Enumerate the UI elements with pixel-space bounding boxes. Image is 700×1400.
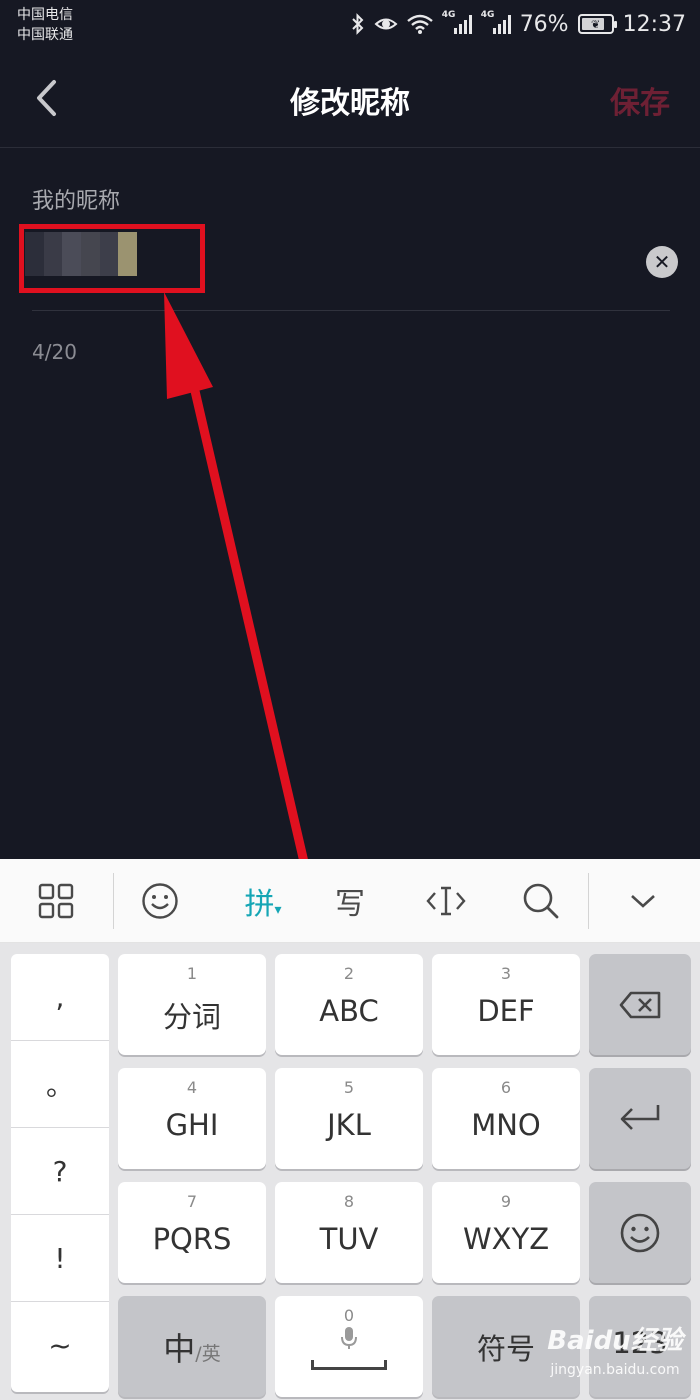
handwriting-mode-button[interactable]: 写 (315, 859, 385, 943)
punctuation-column[interactable]: , 。 ? ! ~ (11, 954, 109, 1392)
key-2[interactable]: 2 ABC (275, 954, 423, 1055)
key-3[interactable]: 3 DEF (432, 954, 580, 1055)
key-number: 4 (186, 1078, 198, 1097)
microphone-icon (341, 1327, 357, 1349)
key-number: 1 (186, 964, 198, 983)
emoji-panel-icon[interactable] (125, 859, 195, 943)
key-number: 0 (343, 1306, 355, 1325)
save-button[interactable]: 保存 (610, 78, 670, 122)
key-label: GHI (165, 1108, 219, 1142)
annotation-highlight-box (19, 224, 205, 293)
bluetooth-icon (351, 13, 364, 35)
eye-comfort-icon (374, 18, 398, 30)
key-label: ABC (319, 994, 379, 1028)
key-number: 7 (186, 1192, 198, 1211)
enter-key[interactable] (589, 1068, 691, 1169)
space-bar-icon (311, 1360, 387, 1370)
wifi-icon (406, 14, 433, 34)
status-bar: 中国电信 中国联通 4G 4G 76% ❦ 12:37 (0, 0, 700, 50)
search-icon[interactable] (506, 859, 576, 943)
key-8[interactable]: 8 TUV (275, 1182, 423, 1283)
network-type-2: 4G (480, 10, 495, 20)
key-number: 6 (500, 1078, 512, 1097)
key-1[interactable]: 1 分词 (118, 954, 266, 1055)
clear-input-icon[interactable]: ✕ (646, 246, 678, 278)
status-icons: 4G 4G 76% ❦ 12:37 (351, 10, 686, 38)
handwriting-label: 写 (335, 887, 365, 922)
baidu-jingyan-watermark: Baidu经验 jingyan.baidu.com (530, 1322, 700, 1392)
carrier-info: 中国电信 中国联通 (17, 5, 73, 45)
chevron-down-icon: ▾ (274, 902, 282, 918)
key-number: 8 (343, 1192, 355, 1211)
backspace-key[interactable] (589, 954, 691, 1055)
key-number: 9 (500, 1192, 512, 1211)
watermark-logo: Baidu经验 (547, 1326, 683, 1356)
status-time: 12:37 (622, 11, 686, 37)
key-label: JKL (327, 1108, 371, 1142)
punct-key[interactable]: ! (11, 1215, 109, 1302)
punct-key[interactable]: ~ (11, 1302, 109, 1389)
key-label: TUV (319, 1222, 379, 1256)
punct-key[interactable]: 。 (11, 1041, 109, 1128)
emoji-key[interactable] (589, 1182, 691, 1283)
key-label: PQRS (152, 1222, 232, 1256)
key-5[interactable]: 5 JKL (275, 1068, 423, 1169)
key-label: DEF (477, 994, 535, 1028)
punct-key[interactable]: ? (11, 1128, 109, 1215)
signal-icon-2: 4G (481, 10, 511, 34)
input-underline (32, 310, 670, 311)
backspace-icon (619, 991, 661, 1018)
enter-icon (620, 1104, 660, 1130)
carrier-2: 中国联通 (17, 27, 73, 43)
language-switch-key[interactable]: 中/英 (118, 1296, 266, 1397)
keyboard-toolbar: 拼▾ 写 (0, 859, 700, 943)
key-label: MNO (471, 1108, 541, 1142)
keyboard-menu-icon[interactable] (21, 859, 91, 943)
nickname-label: 我的昵称 (32, 189, 121, 214)
character-counter: 4/20 (32, 340, 77, 364)
signal-icon-1: 4G (442, 10, 472, 34)
cursor-move-icon[interactable] (411, 859, 481, 943)
key-4[interactable]: 4 GHI (118, 1068, 266, 1169)
power-saving-leaf-icon: ❦ (590, 17, 601, 31)
nav-header: 修改昵称 保存 (0, 50, 700, 148)
lang-main-label: 中 (163, 1330, 196, 1368)
punct-key[interactable]: , (11, 954, 109, 1041)
key-number: 3 (500, 964, 512, 983)
key-label: WXYZ (462, 1222, 550, 1256)
network-type-1: 4G (441, 10, 456, 20)
watermark-url: jingyan.baidu.com (550, 1362, 680, 1378)
lang-sub-label: /英 (195, 1343, 221, 1365)
key-number: 5 (343, 1078, 355, 1097)
key-6[interactable]: 6 MNO (432, 1068, 580, 1169)
space-key[interactable]: 0 (275, 1296, 423, 1397)
key-9[interactable]: 9 WXYZ (432, 1182, 580, 1283)
key-label: 分词 (162, 1000, 221, 1034)
carrier-1: 中国电信 (17, 7, 73, 23)
pinyin-label: 拼 (244, 887, 275, 922)
emoji-icon (620, 1213, 660, 1252)
battery-percent: 76% (519, 11, 569, 37)
page-title: 修改昵称 (290, 86, 410, 121)
key-7[interactable]: 7 PQRS (118, 1182, 266, 1283)
hide-keyboard-icon[interactable] (608, 859, 678, 943)
battery-icon: ❦ (577, 14, 617, 34)
pinyin-mode-button[interactable]: 拼▾ (228, 859, 298, 943)
key-number: 2 (343, 964, 355, 983)
